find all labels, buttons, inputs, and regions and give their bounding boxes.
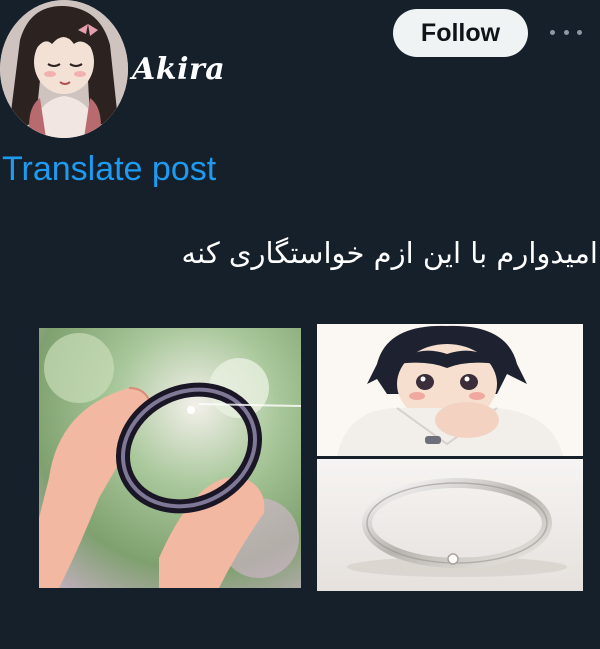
post-text: امیدوارم با این ازم خواستگاری کنه — [181, 236, 598, 270]
translate-post-link[interactable]: Translate post — [2, 150, 216, 189]
media-image-ring-held[interactable] — [39, 328, 301, 588]
media-image-silver-ring[interactable] — [317, 459, 583, 591]
dot — [563, 29, 569, 35]
follow-button[interactable]: Follow — [393, 9, 528, 57]
dot — [550, 29, 555, 35]
media-image-anime-boy[interactable] — [317, 324, 583, 456]
username[interactable]: Akira — [132, 52, 225, 87]
dot — [577, 29, 582, 35]
avatar[interactable] — [0, 0, 128, 138]
more-horizontal-icon[interactable] — [550, 26, 582, 38]
avatar-image — [0, 0, 128, 138]
tweet-view: Akira Follow Translate post امیدوارم با … — [0, 0, 600, 649]
